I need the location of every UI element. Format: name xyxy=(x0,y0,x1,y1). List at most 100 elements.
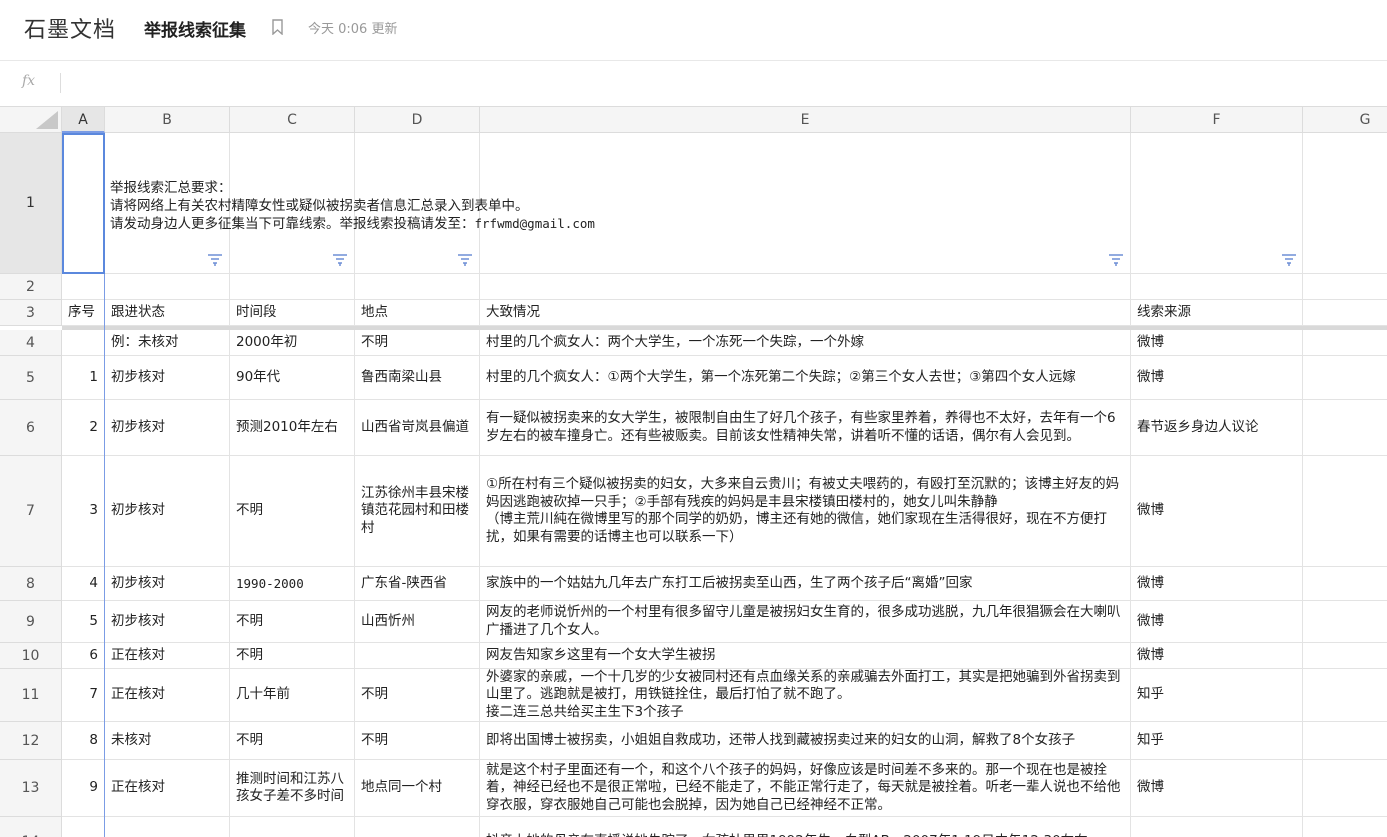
bookmark-icon[interactable] xyxy=(272,19,283,35)
source-cell[interactable]: 微博 xyxy=(1131,601,1303,643)
status-cell[interactable]: 初步核对 xyxy=(105,456,230,567)
cell-f2[interactable] xyxy=(1131,274,1303,300)
column-header-b[interactable]: B xyxy=(105,107,230,133)
index-cell[interactable] xyxy=(62,817,105,837)
row-header[interactable]: 4 xyxy=(0,330,62,356)
location-cell[interactable] xyxy=(355,817,480,837)
period-cell[interactable]: 不明 xyxy=(230,456,355,567)
row-header[interactable]: 8 xyxy=(0,567,62,601)
empty-cell[interactable] xyxy=(1303,330,1387,356)
empty-cell[interactable] xyxy=(1303,356,1387,400)
status-cell[interactable]: 未核对 xyxy=(105,722,230,760)
status-cell[interactable]: 正在核对 xyxy=(105,760,230,817)
empty-cell[interactable] xyxy=(1303,601,1387,643)
location-cell[interactable]: 广东省-陕西省 xyxy=(355,567,480,601)
header-cell-status[interactable]: 跟进状态 xyxy=(105,300,230,326)
row-header[interactable]: 12 xyxy=(0,722,62,760)
empty-cell[interactable] xyxy=(1303,760,1387,817)
row-header[interactable]: 5 xyxy=(0,356,62,400)
column-header-c[interactable]: C xyxy=(230,107,355,133)
period-cell[interactable]: 2000年初 xyxy=(230,330,355,356)
description-cell[interactable]: 家族中的一个姑姑九几年去广东打工后被拐卖至山西，生了两个孩子后“离婚”回家 xyxy=(480,567,1131,601)
status-cell[interactable]: 初步核对 xyxy=(105,601,230,643)
empty-cell[interactable] xyxy=(1303,567,1387,601)
row-header[interactable]: 13 xyxy=(0,760,62,817)
index-cell[interactable]: 8 xyxy=(62,722,105,760)
source-cell[interactable]: 微博 xyxy=(1131,330,1303,356)
status-cell[interactable]: 正在核对 xyxy=(105,669,230,722)
period-cell[interactable]: 几十年前 xyxy=(230,669,355,722)
cell-d2[interactable] xyxy=(355,274,480,300)
row-header[interactable]: 6 xyxy=(0,400,62,456)
location-cell[interactable]: 不明 xyxy=(355,330,480,356)
active-cell-a1[interactable] xyxy=(62,133,105,274)
filter-icon[interactable] xyxy=(1281,253,1297,267)
empty-cell[interactable] xyxy=(1303,817,1387,837)
cell-b2[interactable] xyxy=(105,274,230,300)
period-cell[interactable]: 推测时间和江苏八孩女子差不多时间 xyxy=(230,760,355,817)
empty-cell[interactable] xyxy=(1303,643,1387,669)
description-cell[interactable]: 外婆家的亲戚，一个十几岁的少女被同村还有点血缘关系的亲戚骗去外面打工，其实是把她… xyxy=(480,669,1131,722)
period-cell[interactable]: 1990-2000 xyxy=(230,567,355,601)
document-title[interactable]: 举报线索征集 xyxy=(144,16,246,41)
index-cell[interactable]: 4 xyxy=(62,567,105,601)
empty-cell[interactable] xyxy=(1303,456,1387,567)
location-cell[interactable] xyxy=(355,643,480,669)
location-cell[interactable]: 山西省岢岚县偏道 xyxy=(355,400,480,456)
description-cell[interactable]: 即将出国博士被拐卖，小姐姐自救成功，还带人找到藏被拐卖过来的妇女的山洞，解救了8… xyxy=(480,722,1131,760)
status-cell[interactable]: 正在核对 xyxy=(105,643,230,669)
cell-g1[interactable] xyxy=(1303,133,1387,274)
description-cell[interactable]: 网友的老师说忻州的一个村里有很多留守儿童是被拐妇女生育的，很多成功逃脱，九几年很… xyxy=(480,601,1131,643)
column-header-d[interactable]: D xyxy=(355,107,480,133)
source-cell[interactable]: 春节返乡身边人议论 xyxy=(1131,400,1303,456)
cell-a2[interactable] xyxy=(62,274,105,300)
row-header[interactable]: 14 xyxy=(0,817,62,837)
select-all-corner[interactable] xyxy=(0,107,62,133)
index-cell[interactable]: 6 xyxy=(62,643,105,669)
filter-icon[interactable] xyxy=(332,253,348,267)
location-cell[interactable]: 不明 xyxy=(355,722,480,760)
index-cell[interactable]: 1 xyxy=(62,356,105,400)
period-cell[interactable]: 预测2010年左右 xyxy=(230,400,355,456)
cell-c2[interactable] xyxy=(230,274,355,300)
index-cell[interactable]: 5 xyxy=(62,601,105,643)
status-cell[interactable]: 初步核对 xyxy=(105,356,230,400)
location-cell[interactable]: 不明 xyxy=(355,669,480,722)
source-cell[interactable]: 微博 xyxy=(1131,760,1303,817)
source-cell[interactable]: 知乎 xyxy=(1131,722,1303,760)
location-cell[interactable]: 地点同一个村 xyxy=(355,760,480,817)
row-header[interactable]: 10 xyxy=(0,643,62,669)
status-cell[interactable] xyxy=(105,817,230,837)
header-cell-index[interactable]: 序号 xyxy=(62,300,105,326)
description-cell[interactable]: 网友告知家乡这里有一个女大学生被拐 xyxy=(480,643,1131,669)
description-cell[interactable]: 村里的几个疯女人：两个大学生，一个冻死一个失踪，一个外嫁 xyxy=(480,330,1131,356)
empty-cell[interactable] xyxy=(1303,400,1387,456)
period-cell[interactable]: 不明 xyxy=(230,601,355,643)
period-cell[interactable] xyxy=(230,817,355,837)
source-cell[interactable]: 微博 xyxy=(1131,456,1303,567)
cell-g3[interactable] xyxy=(1303,300,1387,326)
header-cell-location[interactable]: 地点 xyxy=(355,300,480,326)
period-cell[interactable]: 90年代 xyxy=(230,356,355,400)
source-cell[interactable]: 微博 xyxy=(1131,567,1303,601)
row-header[interactable]: 3 xyxy=(0,300,62,326)
location-cell[interactable]: 山西忻州 xyxy=(355,601,480,643)
source-cell[interactable] xyxy=(1131,817,1303,837)
column-header-g[interactable]: G xyxy=(1303,107,1387,133)
formula-input[interactable] xyxy=(72,73,1372,93)
description-cell[interactable]: 有一疑似被拐卖来的女大学生，被限制自由生了好几个孩子，有些家里养着，养得也不太好… xyxy=(480,400,1131,456)
row-header[interactable]: 9 xyxy=(0,601,62,643)
status-cell[interactable]: 初步核对 xyxy=(105,400,230,456)
source-cell[interactable]: 知乎 xyxy=(1131,669,1303,722)
spreadsheet-grid[interactable]: A B C D E F G 1 举报线索汇总要求： 请将网络上有关农村精障女性或… xyxy=(0,107,1387,837)
location-cell[interactable]: 江苏徐州丰县宋楼镇范花园村和田楼村 xyxy=(355,456,480,567)
index-cell[interactable] xyxy=(62,330,105,356)
description-cell[interactable]: 就是这个村子里面还有一个，和这个八个孩子的妈妈，好像应该是时间差不多来的。那一个… xyxy=(480,760,1131,817)
status-cell[interactable]: 例：未核对 xyxy=(105,330,230,356)
empty-cell[interactable] xyxy=(1303,722,1387,760)
index-cell[interactable]: 3 xyxy=(62,456,105,567)
row-header[interactable]: 7 xyxy=(0,456,62,567)
header-cell-source[interactable]: 线索来源 xyxy=(1131,300,1303,326)
row-header[interactable]: 2 xyxy=(0,274,62,300)
column-header-e[interactable]: E xyxy=(480,107,1131,133)
